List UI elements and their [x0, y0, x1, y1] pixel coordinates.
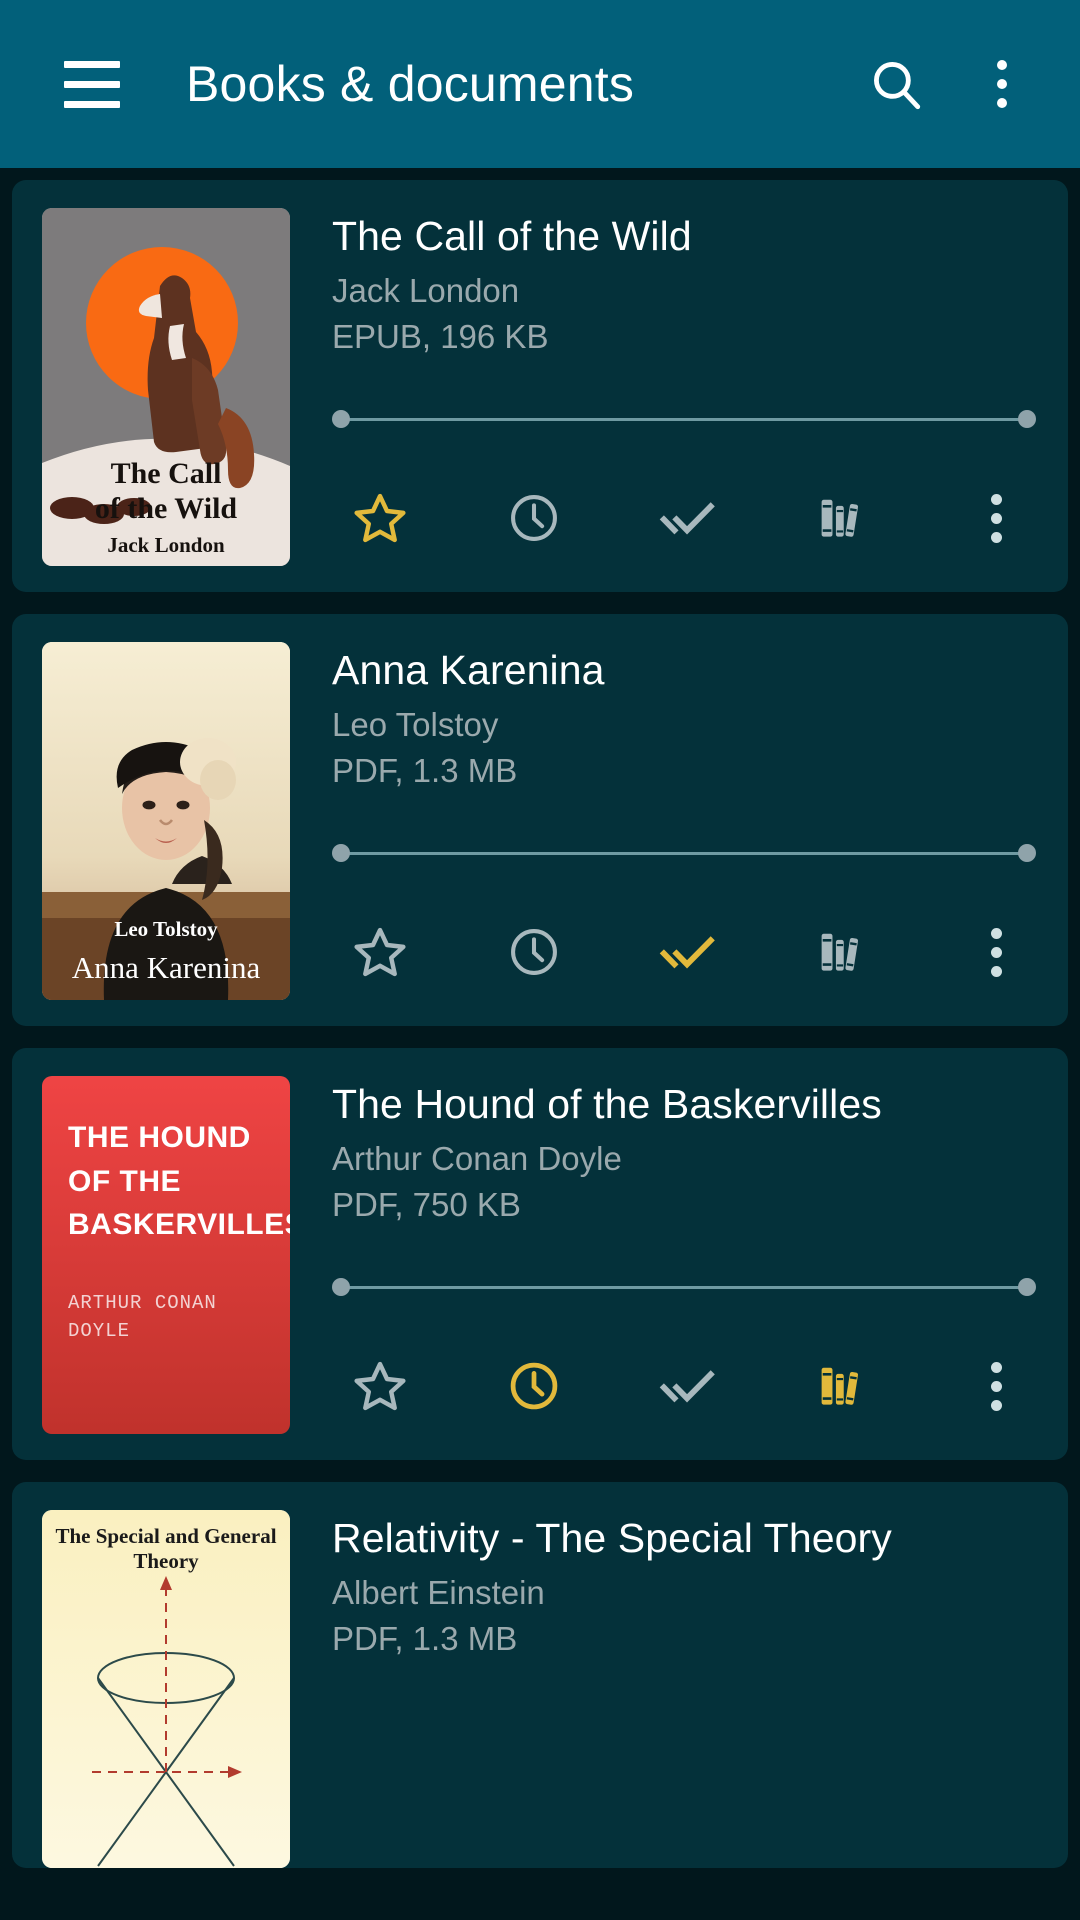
search-icon[interactable] — [848, 36, 944, 132]
cover-title-line2: of the Wild — [94, 492, 238, 526]
cover-author-line1: ARTHUR CONAN — [68, 1291, 217, 1314]
item-more-vertical-icon[interactable] — [948, 470, 1044, 566]
book-meta: PDF, 1.3 MB — [332, 751, 518, 789]
list-item[interactable]: The Special and General Theory Relativit… — [12, 1482, 1068, 1868]
book-meta: PDF, 1.3 MB — [332, 1619, 518, 1657]
book-title: The Hound of the Baskervilles — [332, 1081, 882, 1127]
list-item[interactable]: Leo Tolstoy Anna Karenina Anna Karenina … — [12, 614, 1068, 1026]
favorite-star-icon[interactable] — [332, 904, 428, 1000]
cover-author: Jack London — [107, 533, 225, 557]
item-more-vertical-icon[interactable] — [948, 904, 1044, 1000]
book-author: Albert Einstein — [332, 1573, 545, 1611]
cover-title-line1: Anna Karenina — [71, 950, 261, 985]
cover-title-line1: The Call — [110, 457, 222, 491]
book-title: Anna Karenina — [332, 647, 605, 693]
list-item[interactable]: THE HOUND OF THE BASKERVILLES ARTHUR CON… — [12, 1048, 1068, 1460]
favorite-star-icon[interactable] — [332, 1338, 428, 1434]
item-more-vertical-icon[interactable] — [948, 1338, 1044, 1434]
cover-title-line1: THE HOUND — [68, 1121, 251, 1154]
book-cover[interactable]: The Call of the Wild Jack London — [12, 208, 290, 566]
action-row — [332, 1338, 1050, 1434]
book-title: The Call of the Wild — [332, 213, 692, 259]
list-item[interactable]: The Call of the Wild Jack London The Cal… — [12, 180, 1068, 592]
cover-author: Leo Tolstoy — [114, 917, 218, 941]
book-cover[interactable]: Leo Tolstoy Anna Karenina — [12, 642, 290, 1000]
action-row — [332, 470, 1050, 566]
finished-double-check-icon[interactable] — [640, 470, 736, 566]
to-read-clock-icon[interactable] — [486, 1338, 582, 1434]
to-read-clock-icon[interactable] — [486, 470, 582, 566]
to-read-clock-icon[interactable] — [486, 904, 582, 1000]
book-list: The Call of the Wild Jack London The Cal… — [0, 168, 1080, 1868]
book-meta: PDF, 750 KB — [332, 1185, 521, 1223]
hamburger-menu-icon[interactable] — [44, 36, 140, 132]
app-bar-actions — [848, 36, 1050, 132]
shelf-books-icon[interactable] — [794, 904, 890, 1000]
book-cover[interactable]: THE HOUND OF THE BASKERVILLES ARTHUR CON… — [12, 1076, 290, 1434]
app-screen: Books & documents The Call of the Wild J… — [0, 0, 1080, 1920]
book-meta: EPUB, 196 KB — [332, 317, 549, 355]
book-cover[interactable]: The Special and General Theory — [12, 1510, 290, 1868]
shelf-books-icon[interactable] — [794, 470, 890, 566]
page-title: Books & documents — [186, 56, 635, 112]
app-bar: Books & documents — [0, 0, 1080, 168]
more-vertical-icon[interactable] — [954, 36, 1050, 132]
favorite-star-icon[interactable] — [332, 470, 428, 566]
book-author: Arthur Conan Doyle — [332, 1139, 622, 1177]
finished-double-check-icon[interactable] — [640, 1338, 736, 1434]
book-author: Leo Tolstoy — [332, 705, 499, 743]
finished-double-check-icon[interactable] — [640, 904, 736, 1000]
book-title: Relativity - The Special Theory — [332, 1515, 892, 1561]
cover-author-line2: DOYLE — [68, 1320, 131, 1342]
reading-progress[interactable] — [332, 844, 1050, 862]
cover-title-line3: BASKERVILLES — [68, 1208, 290, 1241]
reading-progress[interactable] — [332, 410, 1050, 428]
shelf-books-icon[interactable] — [794, 1338, 890, 1434]
book-author: Jack London — [332, 271, 520, 309]
reading-progress[interactable] — [332, 1278, 1050, 1296]
cover-title-line2: OF THE — [68, 1164, 181, 1198]
action-row — [332, 904, 1050, 1000]
